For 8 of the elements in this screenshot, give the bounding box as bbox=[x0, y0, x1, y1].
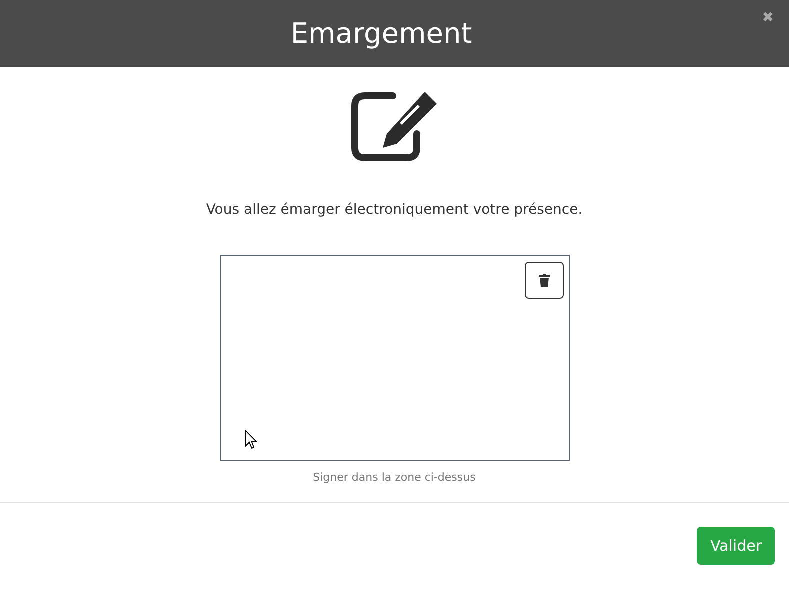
cursor-icon bbox=[244, 430, 258, 450]
signature-hint: Signer dans la zone ci-dessus bbox=[313, 471, 476, 484]
trash-button[interactable] bbox=[524, 262, 564, 299]
dialog-title: Emargement bbox=[290, 17, 472, 50]
info-message: Vous allez émarger électroniquement votre présence. bbox=[206, 202, 583, 218]
trash-icon bbox=[538, 274, 550, 287]
validate-button[interactable]: Valider bbox=[697, 527, 775, 565]
close-button[interactable]: ✖ bbox=[762, 11, 774, 25]
